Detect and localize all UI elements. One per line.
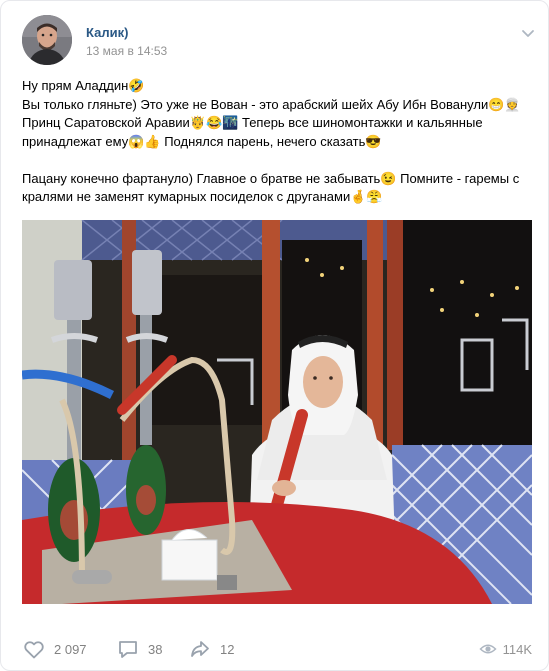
author-name[interactable]: Калик) [86,25,128,40]
post-date[interactable]: 13 мая в 14:53 [86,44,167,58]
author-avatar[interactable] [22,15,72,65]
like-button[interactable]: 2 097 [22,637,87,661]
comment-button[interactable]: 38 [116,637,162,661]
post-photo[interactable] [22,220,532,604]
eye-icon [479,644,497,654]
views-counter: 114K [479,637,532,661]
share-button[interactable]: 12 [188,637,234,661]
likes-count: 2 097 [54,641,87,657]
post-header: Калик) 13 мая в 14:53 [22,15,536,67]
share-icon [191,641,209,657]
post-paragraph: Ну прям Аладдин🤣 Вы только гляньте) Это … [22,78,521,149]
post-paragraph: Пацану конечно фартануло) Главное о брат… [22,170,523,205]
post-actions: 2 097 38 12 114K [22,637,532,661]
chevron-down-icon[interactable] [520,25,536,41]
views-count: 114K [502,641,532,657]
shares-count: 12 [220,641,235,657]
post-card: Калик) 13 мая в 14:53 Ну прям Аладдин🤣 В… [0,0,549,671]
post-text: Ну прям Аладдин🤣 Вы только гляньте) Это … [22,77,534,207]
comments-count: 38 [148,641,163,657]
comment-icon [119,641,137,658]
heart-icon [24,641,44,659]
